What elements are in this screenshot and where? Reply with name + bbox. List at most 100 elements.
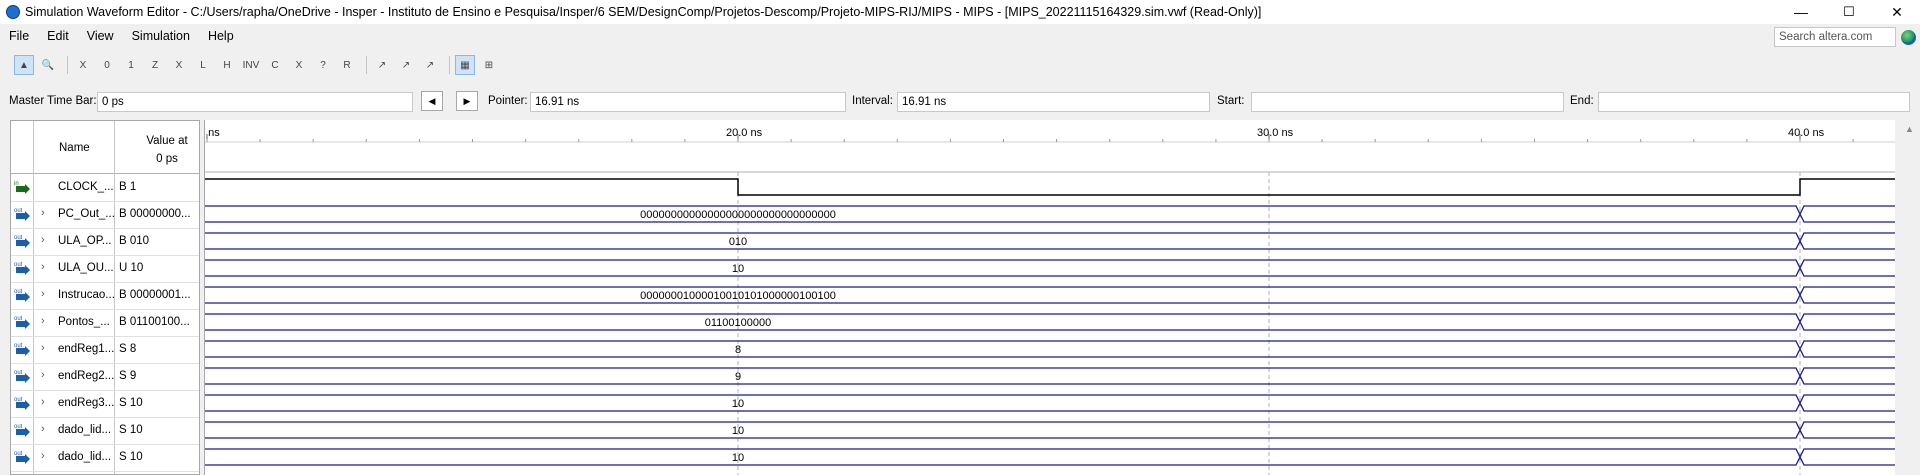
output-pin-icon: out — [14, 370, 30, 383]
value-column-header[interactable]: Value at 0 ps — [137, 132, 197, 168]
signal-row[interactable]: out › dado_lid... S 10 — [11, 444, 199, 472]
timing-sim-icon[interactable]: ↗ — [396, 55, 416, 75]
zoom-tool-icon[interactable]: 🔍 — [38, 55, 58, 75]
signal-row[interactable]: out › endReg3... S 10 — [11, 390, 199, 418]
signal-value: B 01100100... — [119, 316, 190, 328]
output-pin-icon: out — [14, 208, 30, 221]
vertical-scrollbar[interactable]: ▲ — [1900, 120, 1920, 475]
bus-waveform — [205, 313, 1895, 331]
pointer-field[interactable]: 16.91 ns — [530, 92, 846, 112]
waveform-canvas[interactable]: 0 ns 20.0 ns 30.0 ns 40.0 ns 000000000000000… — [205, 120, 1895, 475]
app-icon — [6, 5, 20, 19]
menu-help[interactable]: Help — [199, 29, 243, 43]
waveform-area[interactable]: 0 ns 20.0 ns 30.0 ns 40.0 ns 000000000000000… — [204, 120, 1895, 475]
bus-waveform — [205, 259, 1895, 277]
forcing-high-icon[interactable]: 1 — [121, 55, 141, 75]
time-label: 20.0 ns — [726, 127, 763, 139]
bus-value-label: 10 — [732, 452, 744, 464]
menu-file[interactable]: File — [0, 29, 38, 43]
value-time-label: 0 ps — [156, 153, 178, 165]
arrow-left-icon: ◀ — [428, 95, 436, 106]
expand-chevron-icon[interactable]: › — [41, 261, 45, 273]
signal-value: B 00000001... — [119, 289, 191, 301]
hierarchy-icon[interactable]: ⊞ — [479, 55, 499, 75]
svg-text:in: in — [14, 181, 19, 187]
netlist-sim-icon[interactable]: ↗ — [420, 55, 440, 75]
forcing-low-icon[interactable]: 0 — [97, 55, 117, 75]
expand-chevron-icon[interactable]: › — [41, 207, 45, 219]
time-label: 40.0 ns — [1788, 127, 1825, 139]
signal-row[interactable]: out › PC_Out_... B 00000000... — [11, 201, 199, 229]
grid-snap-icon[interactable]: ▦ — [455, 55, 475, 75]
close-button[interactable]: ✕ — [1874, 0, 1920, 24]
signal-row[interactable]: out › Pontos_... B 01100100... — [11, 309, 199, 337]
expand-chevron-icon[interactable]: › — [41, 450, 45, 462]
bus-waveform — [205, 286, 1895, 304]
signal-name: Instrucao... — [58, 289, 115, 301]
start-field[interactable] — [1251, 92, 1564, 112]
menu-simulation[interactable]: Simulation — [123, 29, 199, 43]
signal-name: endReg3... — [58, 397, 115, 409]
minimize-button[interactable]: — — [1778, 0, 1824, 24]
bus-waveform — [205, 448, 1895, 466]
expand-chevron-icon[interactable]: › — [41, 288, 45, 300]
output-pin-icon: out — [14, 289, 30, 302]
bus-value-label: 010 — [729, 236, 747, 248]
selection-tool-icon[interactable]: ▲ — [14, 55, 34, 75]
interval-field[interactable]: 16.91 ns — [897, 92, 1210, 112]
start-label: Start: — [1217, 95, 1245, 107]
expand-chevron-icon[interactable]: › — [41, 423, 45, 435]
signal-name: ULA_OU... — [58, 262, 114, 274]
maximize-button[interactable]: ☐ — [1826, 0, 1872, 24]
previous-transition-button[interactable]: ◀ — [421, 91, 443, 111]
output-pin-icon: out — [14, 397, 30, 410]
signal-row[interactable]: out › ULA_OU... U 10 — [11, 255, 199, 283]
output-pin-icon: out — [14, 424, 30, 437]
toolbar-separator — [67, 56, 68, 74]
signal-value: S 10 — [119, 424, 143, 436]
clock-waveform — [205, 178, 1895, 196]
master-time-bar-field[interactable]: 0 ps — [97, 92, 413, 112]
bus-value-label: 01100100000 — [705, 317, 771, 329]
random-value-icon[interactable]: R — [337, 55, 357, 75]
expand-chevron-icon[interactable]: › — [41, 342, 45, 354]
forcing-unknown-icon[interactable]: X — [73, 55, 93, 75]
count-value-icon[interactable]: C — [265, 55, 285, 75]
value-at-label: Value at — [146, 135, 188, 147]
signal-row[interactable]: out › Instrucao... B 00000001... — [11, 282, 199, 310]
search-input[interactable]: Search altera.com — [1774, 27, 1896, 47]
signal-row[interactable]: out › ULA_OP... B 010 — [11, 228, 199, 256]
invert-icon[interactable]: INV — [241, 55, 261, 75]
signal-name: CLOCK_... — [58, 181, 114, 193]
scroll-up-icon[interactable]: ▲ — [1905, 124, 1914, 134]
signal-row[interactable]: in CLOCK_... B 1 — [11, 174, 199, 202]
high-impedance-icon[interactable]: Z — [145, 55, 165, 75]
output-pin-icon: out — [14, 343, 30, 356]
signal-row[interactable]: out › endReg1... S 8 — [11, 336, 199, 364]
signal-row[interactable]: out › dado_lid... S 10 — [11, 417, 199, 445]
arrow-right-icon: ▶ — [463, 95, 471, 106]
expand-chevron-icon[interactable]: › — [41, 315, 45, 327]
end-field[interactable] — [1598, 92, 1910, 112]
name-column-header[interactable]: Name — [59, 142, 90, 154]
signal-value: S 8 — [119, 343, 137, 355]
svg-text:out: out — [14, 289, 23, 295]
weak-high-icon[interactable]: H — [217, 55, 237, 75]
clock-value-icon[interactable]: X — [289, 55, 309, 75]
signal-value: B 1 — [119, 181, 137, 193]
globe-icon[interactable] — [1901, 30, 1916, 45]
weak-low-icon[interactable]: L — [193, 55, 213, 75]
expand-chevron-icon[interactable]: › — [41, 234, 45, 246]
expand-chevron-icon[interactable]: › — [41, 396, 45, 408]
menu-edit[interactable]: Edit — [38, 29, 78, 43]
expand-chevron-icon[interactable]: › — [41, 369, 45, 381]
next-transition-button[interactable]: ▶ — [456, 91, 478, 111]
menu-bar: File Edit View Simulation Help — [0, 24, 1920, 48]
arbitrary-value-icon[interactable]: ? — [313, 55, 333, 75]
menu-view[interactable]: View — [78, 29, 123, 43]
weak-unknown-icon[interactable]: X — [169, 55, 189, 75]
functional-sim-icon[interactable]: ↗ — [372, 55, 392, 75]
signal-name: endReg2... — [58, 370, 115, 382]
signal-row[interactable]: out › endReg2... S 9 — [11, 363, 199, 391]
signal-name: ULA_OP... — [58, 235, 112, 247]
